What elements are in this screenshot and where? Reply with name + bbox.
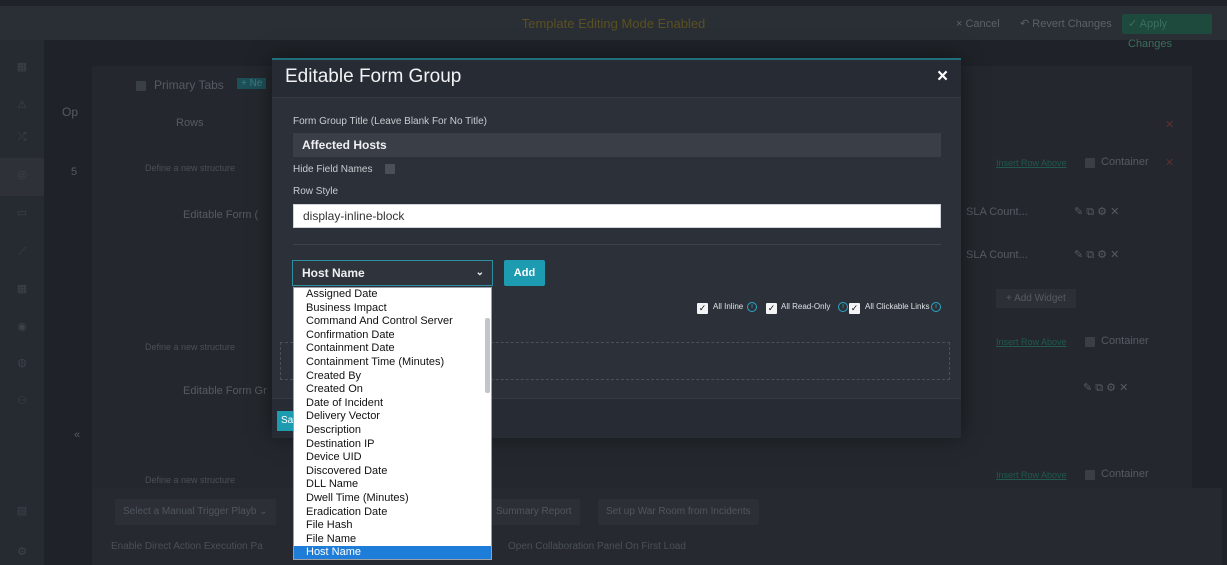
shuffle-icon[interactable]: ⤮: [15, 130, 29, 144]
insert-row-above-1[interactable]: Insert Row Above: [996, 158, 1067, 168]
all-readonly-checkbox[interactable]: ✓: [766, 303, 777, 314]
add-button[interactable]: Add: [504, 260, 545, 286]
cancel-button[interactable]: × Cancel: [956, 14, 1000, 34]
dropdown-option[interactable]: Device UID: [294, 451, 491, 465]
dropdown-option[interactable]: Business Impact: [294, 302, 491, 316]
dropdown-option[interactable]: Assigned Date: [294, 288, 491, 302]
top-bar: Template Editing Mode Enabled × Cancel ↶…: [0, 6, 1227, 50]
field-select[interactable]: Host Name ⌄: [292, 260, 493, 286]
delete-icon[interactable]: ✕: [1165, 118, 1174, 131]
dropdown-option[interactable]: Description: [294, 424, 491, 438]
insert-row-above-2[interactable]: Insert Row Above: [996, 337, 1067, 347]
all-inline-label: All Inline: [713, 302, 744, 311]
settings-icon[interactable]: ⚙: [15, 545, 29, 559]
info-icon[interactable]: i: [838, 302, 848, 312]
editable-form-2: Editable Form Gr: [183, 385, 267, 397]
globe-icon[interactable]: ◍: [15, 356, 29, 370]
dropdown-option[interactable]: Containment Time (Minutes): [294, 356, 491, 370]
dropdown-option[interactable]: Confirmation Date: [294, 329, 491, 343]
dropdown-option[interactable]: Discovered Date: [294, 465, 491, 479]
apply-changes-button[interactable]: ✓ Apply Changes: [1122, 14, 1212, 50]
form-group-title-input[interactable]: Affected Hosts: [293, 133, 941, 157]
field-dropdown-list[interactable]: Assigned Date Business Impact Command And …: [293, 287, 492, 560]
dropdown-option[interactable]: Eradication Date: [294, 506, 491, 520]
close-icon[interactable]: ×: [937, 66, 948, 88]
summary-report-button[interactable]: Summary Report: [488, 499, 580, 525]
dropdown-option[interactable]: Command And Control Server: [294, 315, 491, 329]
add-widget-button[interactable]: + Add Widget: [996, 289, 1076, 308]
container-checkbox-3[interactable]: [1085, 470, 1095, 480]
dropdown-scrollbar[interactable]: [485, 318, 490, 393]
incidents-icon[interactable]: ⚠: [15, 98, 29, 112]
define-structure-2[interactable]: Define a new structure: [145, 342, 235, 352]
new-tab-button[interactable]: + Ne: [237, 78, 267, 89]
dropdown-option[interactable]: Host Name: [294, 546, 491, 559]
all-clickable-checkbox[interactable]: ✓: [849, 303, 860, 314]
edit-icon[interactable]: ✎ ⧉ ⚙ ✕: [1074, 205, 1119, 219]
revert-changes-button[interactable]: ↶ Revert Changes: [1020, 14, 1112, 34]
info-icon[interactable]: i: [747, 302, 757, 312]
container-label-3: Container: [1101, 468, 1149, 480]
dropdown-option[interactable]: Dwell Time (Minutes): [294, 492, 491, 506]
rows-label: Rows: [176, 117, 204, 129]
left-nav: ▦ ⚠ ⤮ ◎ ▭ ⟋ ▦ ◉ ◍ ⚇ ▤ ⚙: [0, 40, 44, 565]
dropdown-option[interactable]: File Name: [294, 533, 491, 547]
dropdown-option[interactable]: Containment Date: [294, 342, 491, 356]
editable-form-1: Editable Form (: [183, 209, 259, 221]
hide-field-names-checkbox[interactable]: [385, 164, 395, 174]
archive-icon[interactable]: ▭: [15, 206, 29, 220]
container-checkbox-1[interactable]: [1085, 158, 1095, 168]
primary-tabs-label: Primary Tabs: [154, 78, 224, 92]
dropdown-option[interactable]: Created On: [294, 383, 491, 397]
dashboard-icon[interactable]: ▦: [15, 60, 29, 74]
op-label: Op: [62, 105, 79, 119]
all-readonly-label: All Read-Only: [781, 302, 831, 311]
users-icon[interactable]: ⚇: [15, 394, 29, 408]
modal-header: Editable Form Group ×: [272, 60, 961, 98]
form-group-title-label: Form Group Title (Leave Blank For No Tit…: [293, 116, 487, 127]
container-label-1: Container: [1101, 156, 1149, 168]
chart-icon[interactable]: ⟋: [15, 245, 29, 259]
divider: [293, 244, 941, 245]
dropdown-option[interactable]: Created By: [294, 370, 491, 384]
insert-row-above-3[interactable]: Insert Row Above: [996, 470, 1067, 480]
grid-icon[interactable]: ▦: [15, 282, 29, 296]
define-structure-1[interactable]: Define a new structure: [145, 163, 235, 173]
container-checkbox-2[interactable]: [1085, 337, 1095, 347]
modal-title: Editable Form Group: [285, 66, 462, 87]
row-style-input[interactable]: display-inline-block: [293, 204, 941, 228]
edit-icon[interactable]: ✎ ⧉ ⚙ ✕: [1083, 381, 1128, 395]
count-label: 5: [71, 166, 78, 178]
sla-count-2: SLA Count...: [966, 249, 1028, 261]
compass-icon[interactable]: ◎: [15, 168, 29, 182]
dropdown-option[interactable]: Delivery Vector: [294, 410, 491, 424]
sla-count-1: SLA Count...: [966, 206, 1028, 218]
target-icon[interactable]: ◉: [15, 320, 29, 334]
war-room-button[interactable]: Set up War Room from Incidents: [598, 499, 759, 525]
row-style-label: Row Style: [293, 186, 339, 197]
define-structure-3[interactable]: Define a new structure: [145, 475, 235, 485]
hide-field-names-label: Hide Field Names: [293, 164, 373, 175]
dropdown-option[interactable]: Date of Incident: [294, 397, 491, 411]
clipboard-icon[interactable]: ▤: [15, 504, 29, 518]
dropdown-option[interactable]: DLL Name: [294, 478, 491, 492]
manual-trigger-select[interactable]: Select a Manual Trigger Playb ⌄: [115, 499, 276, 525]
all-clickable-label: All Clickable Links: [865, 302, 930, 311]
delete-icon[interactable]: ✕: [1165, 156, 1174, 169]
all-inline-checkbox[interactable]: ✓: [697, 303, 708, 314]
collapse-icon[interactable]: «: [74, 429, 80, 441]
dropdown-option[interactable]: Destination IP: [294, 438, 491, 452]
field-select-value: Host Name: [302, 266, 365, 280]
info-icon[interactable]: i: [931, 302, 941, 312]
open-collab-label[interactable]: Open Collaboration Panel On First Load: [508, 541, 686, 552]
primary-tabs-checkbox[interactable]: [136, 81, 146, 91]
container-label-2: Container: [1101, 335, 1149, 347]
chevron-down-icon: ⌄: [475, 267, 484, 278]
enable-direct-action-label[interactable]: Enable Direct Action Execution Pa: [111, 541, 263, 552]
dropdown-option[interactable]: File Hash: [294, 519, 491, 533]
edit-icon[interactable]: ✎ ⧉ ⚙ ✕: [1074, 248, 1119, 262]
